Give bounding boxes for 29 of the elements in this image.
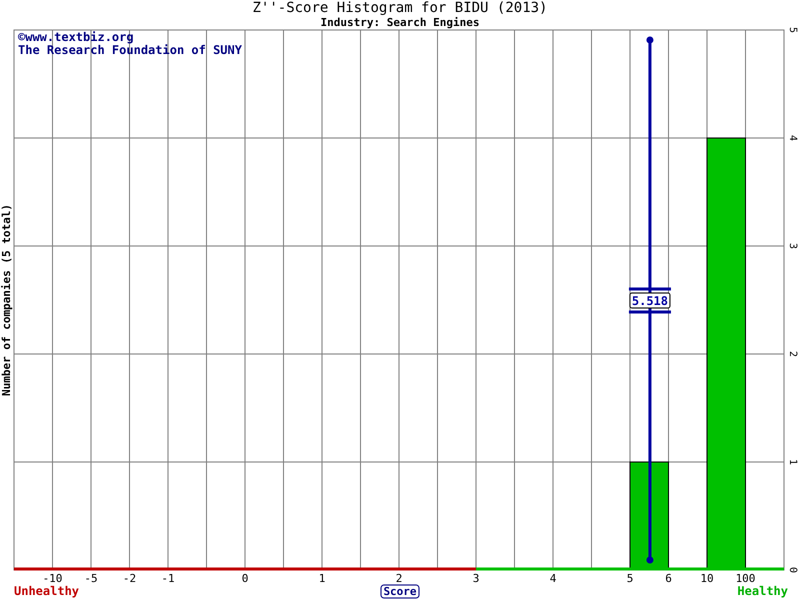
x-tick-label: 3 — [472, 572, 480, 585]
x-tick-label: -2 — [122, 572, 136, 585]
x-tick-label: -1 — [161, 572, 175, 585]
unhealthy-label: Unhealthy — [14, 584, 80, 598]
credit-text: The Research Foundation of SUNY — [18, 43, 242, 57]
chart-subtitle: Industry: Search Engines — [320, 16, 480, 29]
y-tick-label: 4 — [787, 134, 798, 142]
chart-title: Z''-Score Histogram for BIDU (2013) — [252, 0, 548, 16]
x-tick-label: 6 — [665, 572, 672, 585]
x-tick-label: 4 — [550, 572, 556, 585]
score-value: 5.518 — [632, 294, 668, 308]
x-tick-label: 10 — [700, 572, 714, 585]
x-tick-label: 100 — [736, 572, 756, 585]
x-tick-label: -10 — [42, 572, 62, 585]
x-tick-label: 0 — [242, 572, 248, 585]
x-tick-label: 1 — [318, 572, 326, 585]
x-tick-label: 2 — [396, 572, 402, 585]
y-tick-label: 3 — [787, 242, 798, 250]
x-axis-title: Score — [383, 585, 417, 598]
y-tick-label: 2 — [787, 350, 798, 358]
credit-text: ©www.textbiz.org — [18, 30, 134, 44]
healthy-label: Healthy — [737, 584, 788, 598]
y-axis-label: Number of companies (5 total) — [0, 204, 13, 396]
x-axis-label: Score — [380, 584, 420, 598]
y-tick-label: 5 — [787, 26, 798, 34]
y-tick-label: 1 — [787, 458, 798, 466]
x-tick-label: 5 — [626, 572, 634, 585]
y-tick-label: 0 — [787, 566, 798, 574]
x-tick-label: -5 — [84, 572, 98, 585]
